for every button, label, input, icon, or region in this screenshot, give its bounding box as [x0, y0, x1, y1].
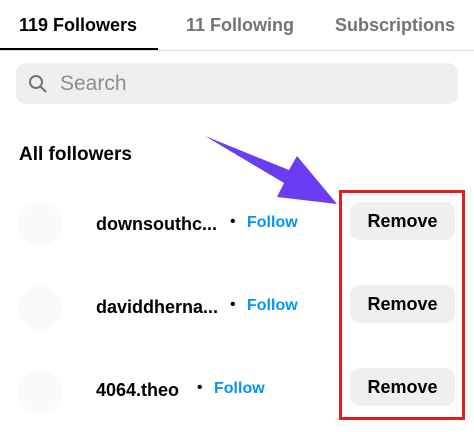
avatar[interactable] — [18, 369, 62, 413]
follow-button[interactable]: Follow — [247, 295, 298, 317]
tab-subscriptions[interactable]: Subscriptions — [335, 14, 455, 36]
avatar[interactable] — [18, 286, 62, 330]
separator-dot: • — [197, 379, 203, 396]
highlight-box — [339, 190, 465, 420]
tab-bar: 119 Followers 11 Following Subscriptions — [0, 0, 474, 51]
search-input[interactable] — [60, 63, 440, 104]
follower-username[interactable]: daviddherna... — [96, 296, 218, 318]
separator-dot: • — [230, 213, 236, 230]
arrow-annotation-icon — [205, 136, 337, 204]
active-tab-indicator — [0, 48, 158, 50]
follow-button[interactable]: Follow — [214, 378, 265, 400]
tab-followers[interactable]: 119 Followers — [19, 14, 137, 36]
avatar[interactable] — [18, 203, 62, 247]
follow-button[interactable]: Follow — [247, 212, 298, 234]
search-bar[interactable] — [16, 63, 458, 104]
separator-dot: • — [230, 296, 236, 313]
follower-username[interactable]: 4064.theo — [96, 379, 179, 401]
tab-following[interactable]: 11 Following — [186, 14, 294, 36]
follower-username[interactable]: downsouthc... — [96, 213, 217, 235]
section-title: All followers — [19, 144, 132, 165]
search-icon — [29, 75, 47, 93]
